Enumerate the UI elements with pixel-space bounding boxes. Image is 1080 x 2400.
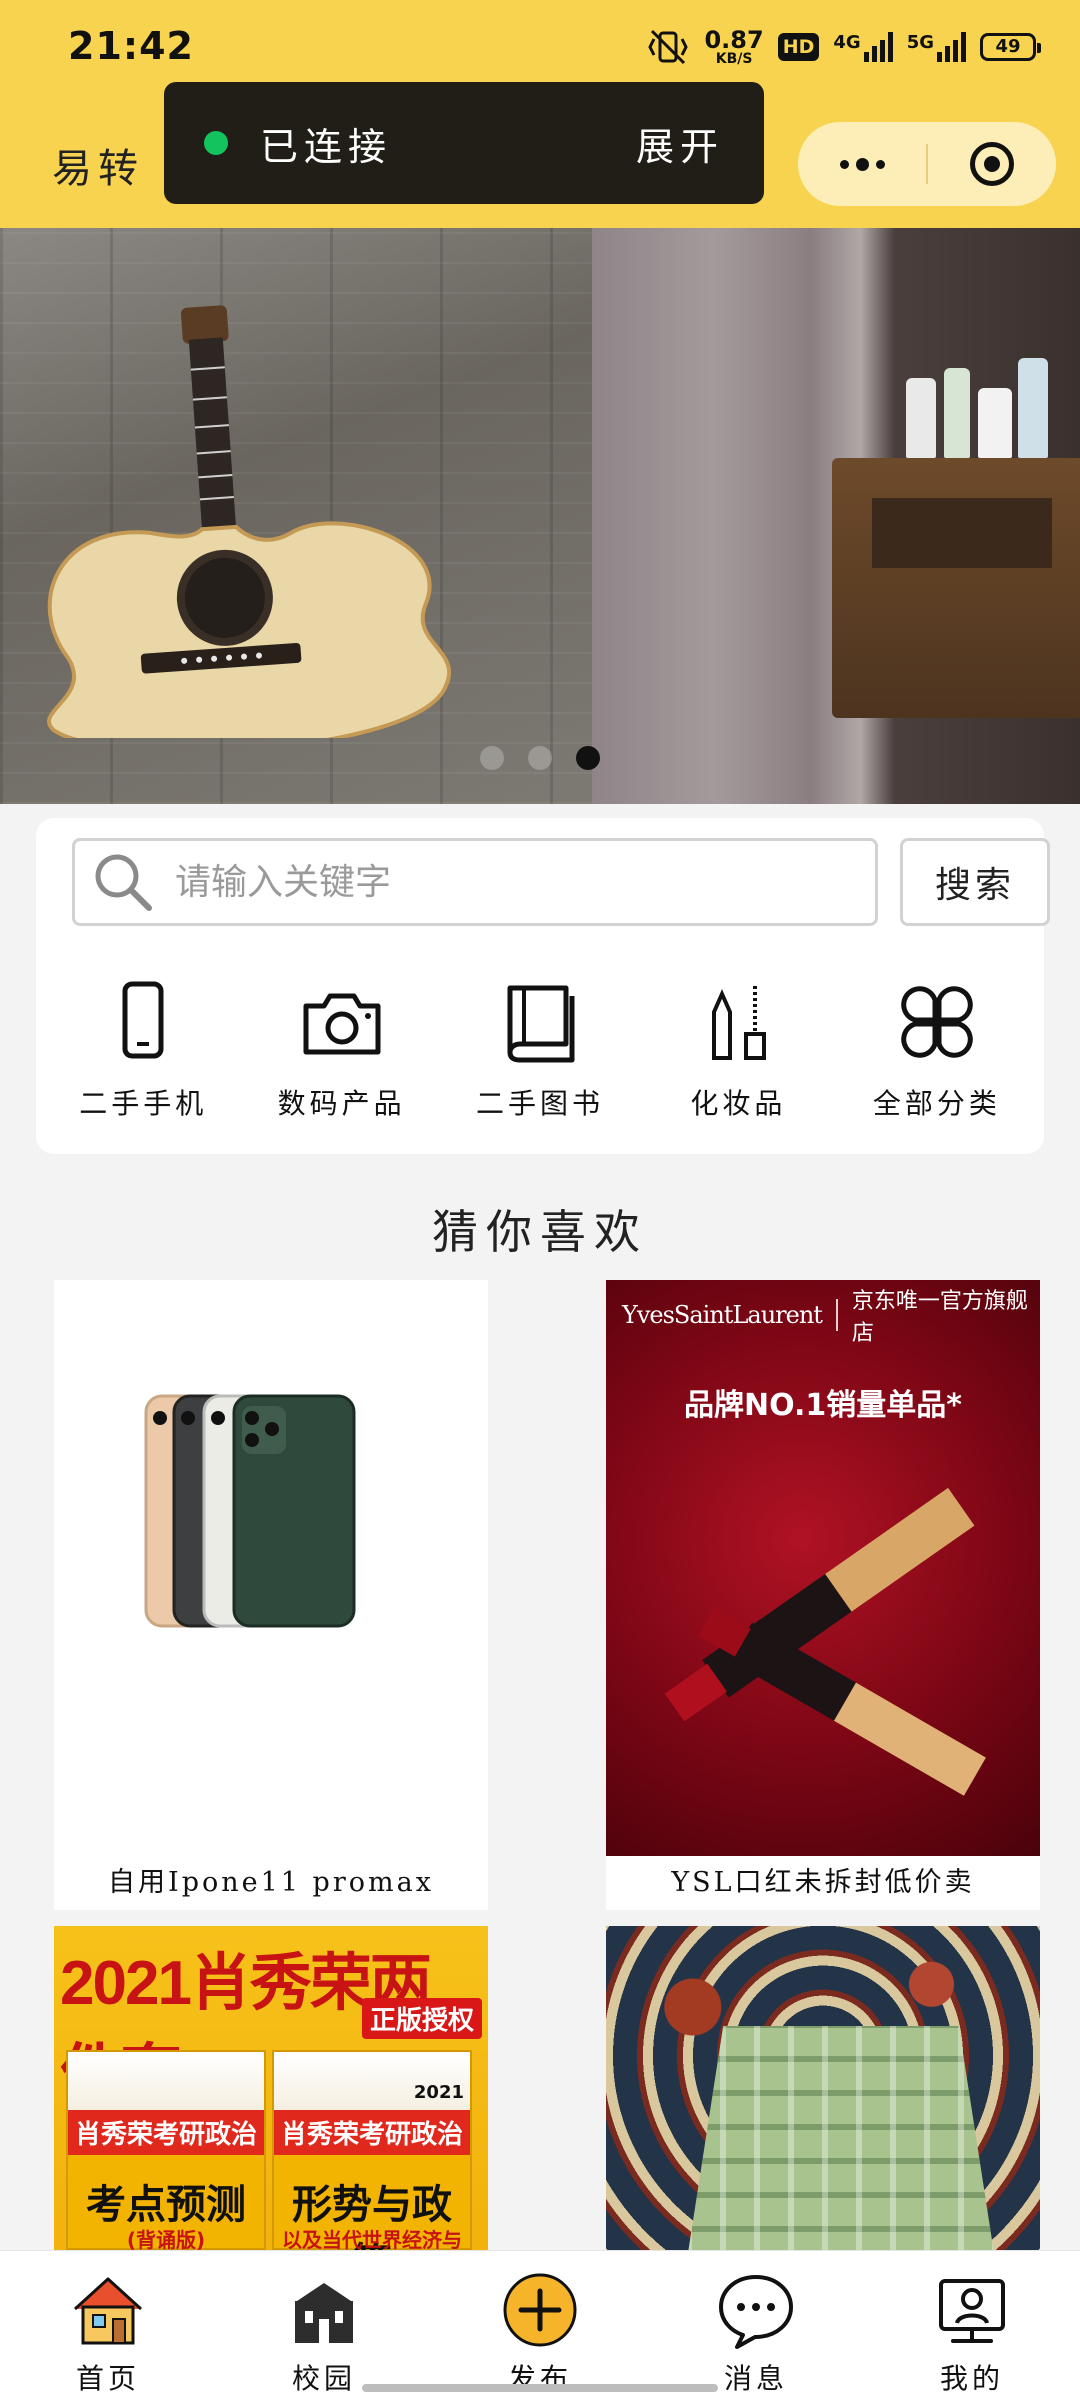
- product-card-books[interactable]: 2021肖秀荣两件套 正版授权 肖秀荣考研政治 考点预测 (背诵版) 2021 …: [54, 1926, 488, 2250]
- skirt-image: [686, 2026, 996, 2250]
- battery-icon: 49: [980, 33, 1041, 61]
- tab-school[interactable]: 校园: [216, 2251, 432, 2400]
- profile-icon: [939, 2279, 1005, 2343]
- status-time: 21:42: [68, 24, 194, 68]
- category-phones[interactable]: 二手手机: [44, 978, 242, 1122]
- search-input[interactable]: [175, 861, 875, 903]
- category-books[interactable]: 二手图书: [441, 978, 639, 1122]
- net-speed-value: 0.87: [704, 26, 764, 54]
- product-card-ysl[interactable]: YvesSaintLaurent 京东唯一官方旗舰店 品牌NO.1销量单品* Y…: [606, 1280, 1040, 1910]
- banner-dot-3[interactable]: [576, 746, 600, 770]
- connection-status: 已连接: [260, 124, 393, 169]
- miniprogram-capsule: [798, 122, 1056, 206]
- message-icon: [719, 2275, 793, 2349]
- more-button[interactable]: [798, 122, 926, 206]
- more-dots-icon: [839, 157, 885, 171]
- guitar-image: [47, 305, 451, 738]
- book-cover-header: 肖秀荣考研政治: [274, 2110, 470, 2155]
- iphone-image: [144, 1394, 356, 1628]
- category-label: 二手手机: [79, 1087, 208, 1120]
- expand-button[interactable]: 展开: [636, 116, 724, 171]
- recommend-title: 猜你喜欢: [432, 1205, 648, 1259]
- book-cover-header: 肖秀荣考研政治: [68, 2110, 264, 2155]
- tab-messages[interactable]: 消息: [648, 2251, 864, 2400]
- signal-bars-1-icon: [863, 32, 893, 62]
- tab-publish[interactable]: 发布: [432, 2251, 648, 2400]
- product-image: [606, 1926, 1040, 2250]
- target-icon: [970, 142, 1014, 186]
- close-miniprogram-button[interactable]: [928, 122, 1056, 206]
- search-icon: [95, 854, 152, 911]
- camera-icon: [303, 993, 381, 1055]
- connected-dot-icon: [204, 131, 228, 155]
- tab-profile[interactable]: 我的: [864, 2251, 1080, 2400]
- product-name: 自用Ipone11 promax: [108, 1867, 434, 1898]
- cosmetics-icon: [712, 986, 767, 1060]
- status-indicators: 0.87 KB/S HD 4G 5G 49: [646, 24, 1041, 70]
- banner-carousel[interactable]: [0, 228, 1080, 804]
- network-type-1: 4G: [833, 32, 861, 53]
- product-image: YvesSaintLaurent 京东唯一官方旗舰店 品牌NO.1销量单品*: [606, 1280, 1040, 1856]
- category-all[interactable]: 全部分类: [838, 978, 1036, 1122]
- connection-banner[interactable]: 已连接 展开: [164, 82, 764, 204]
- product-card-skirt[interactable]: [606, 1926, 1040, 2250]
- bottom-tabbar: 首页 校园 发布 消息 我的: [0, 2250, 1080, 2400]
- phone-icon: [122, 981, 164, 1059]
- search-category-card: 搜索 二手手机 数码产品 二手图书: [36, 818, 1050, 1154]
- school-icon: [295, 2283, 353, 2343]
- signal-1: 4G: [833, 32, 893, 62]
- product-name: YSL口红未拆封低价卖: [671, 1867, 975, 1898]
- app-title: 易转: [52, 146, 144, 192]
- search-button[interactable]: 搜索: [900, 838, 1050, 926]
- tab-label: 校园: [291, 2362, 356, 2395]
- banner-indicators: [480, 746, 600, 770]
- top-header: 21:42 0.87 KB/S HD 4G 5G 49 易转 已连接 展开: [0, 0, 1080, 228]
- home-indicator[interactable]: [362, 2384, 718, 2392]
- book-tag: 正版授权: [361, 1998, 482, 2039]
- hd-badge: HD: [777, 33, 820, 61]
- tab-home[interactable]: 首页: [0, 2251, 216, 2400]
- banner-dot-1[interactable]: [480, 746, 504, 770]
- signal-2: 5G: [907, 32, 966, 62]
- category-label: 二手图书: [476, 1087, 605, 1120]
- category-label: 全部分类: [872, 1087, 1001, 1120]
- product-image: [54, 1280, 488, 1856]
- book-cover-subtitle: (背诵版): [126, 2228, 206, 2250]
- search-box[interactable]: [72, 838, 878, 926]
- category-label: 数码产品: [277, 1087, 406, 1120]
- lipstick-image: [664, 1487, 986, 1796]
- category-label: 化妆品: [690, 1087, 787, 1120]
- product-card-iphone[interactable]: 自用Ipone11 promax: [54, 1280, 488, 1910]
- tab-label: 我的: [939, 2362, 1004, 2395]
- plus-circle-icon: [503, 2273, 577, 2347]
- product-image: 2021肖秀荣两件套 正版授权 肖秀荣考研政治 考点预测 (背诵版) 2021 …: [54, 1926, 488, 2250]
- tab-label: 首页: [75, 2362, 140, 2395]
- category-grid: 二手手机 数码产品 二手图书 化妆品 全部分类: [36, 978, 1044, 1122]
- home-icon: [73, 2277, 143, 2345]
- bottles-image: [900, 348, 1070, 458]
- net-speed-unit: KB/S: [715, 51, 753, 67]
- dresser-image: [832, 458, 1080, 718]
- book-icon: [507, 985, 575, 1063]
- clover-icon: [901, 986, 973, 1058]
- category-cosmetics[interactable]: 化妆品: [639, 978, 837, 1122]
- category-digital[interactable]: 数码产品: [242, 978, 440, 1122]
- book-cover-subtitle: 以及当代世界经济与政治: [282, 2228, 462, 2250]
- book-year: 2021: [413, 2082, 464, 2103]
- book-cover-right: 2021 肖秀荣考研政治 形势与政策 以及当代世界经济与政治: [272, 2050, 472, 2250]
- banner-dot-2[interactable]: [528, 746, 552, 770]
- signal-bars-2-icon: [937, 32, 966, 62]
- network-type-2: 5G: [906, 32, 934, 53]
- book-cover-left: 肖秀荣考研政治 考点预测 (背诵版): [66, 2050, 266, 2250]
- net-speed: 0.87 KB/S: [704, 28, 763, 66]
- vibrate-mute-icon: [648, 29, 689, 65]
- tab-label: 消息: [723, 2362, 788, 2395]
- book-cover-title: 考点预测: [86, 2182, 246, 2228]
